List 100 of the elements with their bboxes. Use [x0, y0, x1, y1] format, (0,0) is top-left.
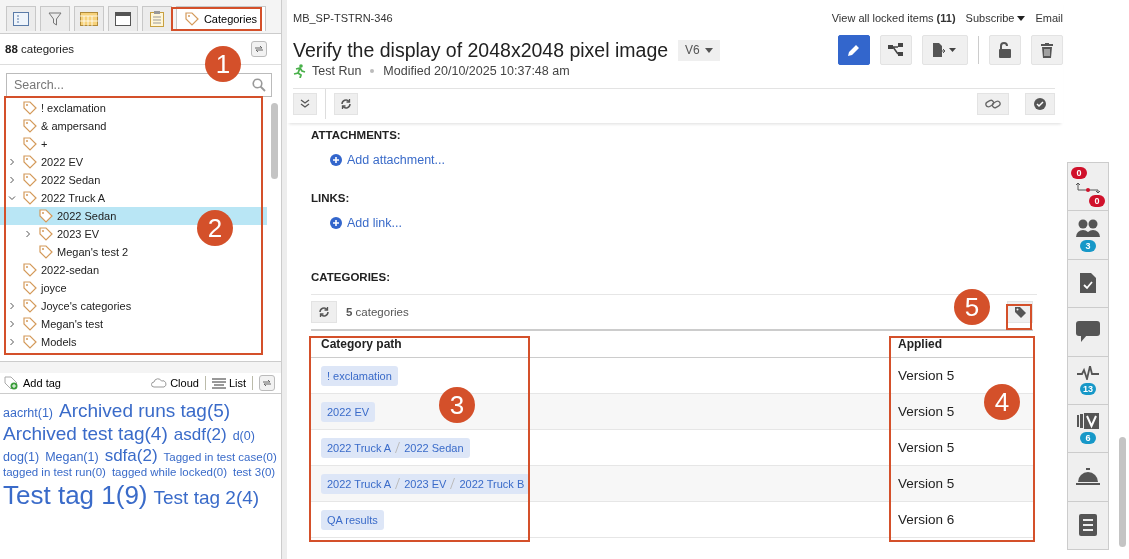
check-circle-icon — [1034, 98, 1046, 110]
tag-link[interactable]: Archived runs tag(5) — [59, 400, 231, 423]
email-link[interactable]: Email — [1035, 12, 1063, 24]
column-header: Applied — [888, 330, 1033, 358]
scrollbar-thumb[interactable] — [271, 103, 278, 179]
tree-item[interactable]: 2022 Truck A — [6, 189, 108, 207]
add-tag-icon — [4, 376, 20, 390]
count-badge: 0 — [1071, 167, 1087, 179]
tag-icon — [39, 245, 53, 259]
tree-item[interactable]: & ampersand — [6, 117, 109, 135]
category-chip[interactable]: 2022 Truck A 2023 EV 2022 Truck B — [321, 473, 531, 494]
add-tag-button[interactable]: Add tag — [4, 376, 61, 390]
panel-tab[interactable] — [108, 6, 138, 31]
count-badge: 13 — [1080, 382, 1096, 395]
tag-icon — [23, 101, 37, 115]
tag-link[interactable]: tagged while locked(0) — [111, 466, 227, 480]
expand-button[interactable] — [293, 93, 317, 115]
add-link[interactable]: Add attachment... — [330, 153, 1063, 167]
panel-tab[interactable] — [142, 6, 172, 31]
speech-bubble-icon — [1076, 321, 1100, 343]
tree-item[interactable]: 2023 EV — [22, 225, 102, 243]
tag-link[interactable]: dog(1) — [3, 449, 40, 465]
list-view-button[interactable]: List — [211, 377, 246, 389]
column-header: Category path — [311, 330, 541, 358]
tree-item[interactable]: joyce — [6, 279, 69, 297]
delete-button[interactable] — [1031, 35, 1063, 65]
link-button[interactable] — [977, 93, 1009, 115]
tree-item[interactable]: Joyce's categories — [6, 297, 134, 315]
search-field[interactable]: Search... — [6, 73, 272, 97]
tag-link[interactable]: tagged in test run(0) — [3, 466, 106, 480]
table-cell: Version 5 — [888, 465, 1033, 502]
cloud-view-button[interactable]: Cloud — [151, 377, 199, 389]
relations-button[interactable] — [880, 35, 912, 65]
highlight-frame — [1006, 304, 1032, 330]
tag-link[interactable]: Test tag 2(4) — [153, 486, 260, 510]
tag-icon — [23, 119, 37, 133]
tree-item[interactable]: ! exclamation — [6, 99, 108, 117]
tag-link[interactable]: test 3(0) — [233, 466, 276, 480]
tag-link[interactable]: asdf(2) — [173, 424, 227, 446]
tree-item[interactable]: Models — [6, 333, 79, 351]
double-chevron-icon — [300, 99, 310, 109]
tag-link[interactable]: aacrht(1) — [3, 406, 54, 421]
calendar-icon — [80, 12, 98, 26]
refresh-button[interactable] — [334, 93, 358, 115]
locked-items-link[interactable]: View all locked items (11) — [831, 12, 956, 24]
window-icon — [115, 12, 131, 26]
pulse-icon — [1077, 365, 1099, 380]
subscribe-menu[interactable]: Subscribe — [965, 12, 1026, 24]
plus-circle-icon — [330, 217, 342, 229]
tag-link[interactable]: Tagged in test case(0) — [163, 450, 277, 465]
chevron-icon — [24, 230, 32, 238]
refresh-button[interactable] — [311, 301, 337, 323]
item-id: MB_SP-TSTRN-346 — [293, 12, 393, 24]
count-badge: 0 — [1089, 195, 1105, 208]
refresh-icon — [318, 306, 330, 318]
export-icon — [933, 43, 957, 57]
tree-item[interactable]: + — [6, 135, 50, 153]
document-check-icon — [1080, 273, 1096, 294]
filter-icon — [48, 12, 62, 26]
version-dropdown[interactable]: V6 — [678, 39, 720, 61]
category-chip[interactable]: QA results — [321, 509, 384, 530]
category-chip[interactable]: ! exclamation — [321, 365, 398, 386]
panel-tab[interactable] — [6, 6, 36, 31]
section-heading: ATTACHMENTS: — [311, 129, 402, 143]
tag-icon — [23, 173, 37, 187]
approve-button[interactable] — [1025, 93, 1055, 115]
tree-item[interactable]: 2022-sedan — [6, 261, 102, 279]
trash-icon — [1041, 42, 1053, 58]
chevron-icon — [8, 302, 16, 310]
table-cell: Version 6 — [888, 501, 1033, 538]
tree-item[interactable]: 2022 Sedan — [22, 207, 119, 225]
tag-link[interactable]: Megan(1) — [45, 449, 99, 465]
service-bell-icon — [1076, 468, 1100, 487]
tree-item[interactable]: Megan's test 2 — [22, 243, 131, 261]
chain-link-icon — [985, 98, 1001, 110]
swap-icon — [254, 44, 264, 54]
tree-item[interactable]: Megan's test — [6, 315, 106, 333]
edit-button[interactable] — [838, 35, 870, 65]
scrollbar-thumb[interactable] — [1119, 437, 1126, 547]
tree-item[interactable]: 2022 Sedan — [6, 171, 103, 189]
tag-icon — [23, 299, 37, 313]
category-chip[interactable]: 2022 EV — [321, 401, 376, 422]
running-figure-icon — [293, 64, 306, 78]
panel-tab[interactable] — [40, 6, 70, 31]
tag-link[interactable]: Test tag 1(9) — [3, 479, 148, 511]
slash-icon — [395, 442, 401, 453]
pencil-icon — [847, 43, 861, 57]
tag-link[interactable]: sdfa(2) — [104, 445, 158, 466]
add-link[interactable]: Add link... — [330, 216, 1063, 230]
tag-link[interactable]: d(0) — [232, 428, 255, 444]
tag-icon — [1014, 306, 1026, 318]
caret-icon — [1017, 15, 1026, 21]
category-chip[interactable]: 2022 Truck A 2022 Sedan — [321, 437, 470, 458]
slash-icon — [395, 478, 401, 489]
tag-icon — [23, 137, 37, 151]
tag-link[interactable]: Archived test tag(4) — [3, 422, 168, 446]
export-menu-button[interactable] — [922, 35, 968, 65]
chevron-icon — [8, 320, 16, 328]
unlock-button[interactable] — [989, 35, 1021, 65]
tree-item[interactable]: 2022 EV — [6, 153, 86, 171]
